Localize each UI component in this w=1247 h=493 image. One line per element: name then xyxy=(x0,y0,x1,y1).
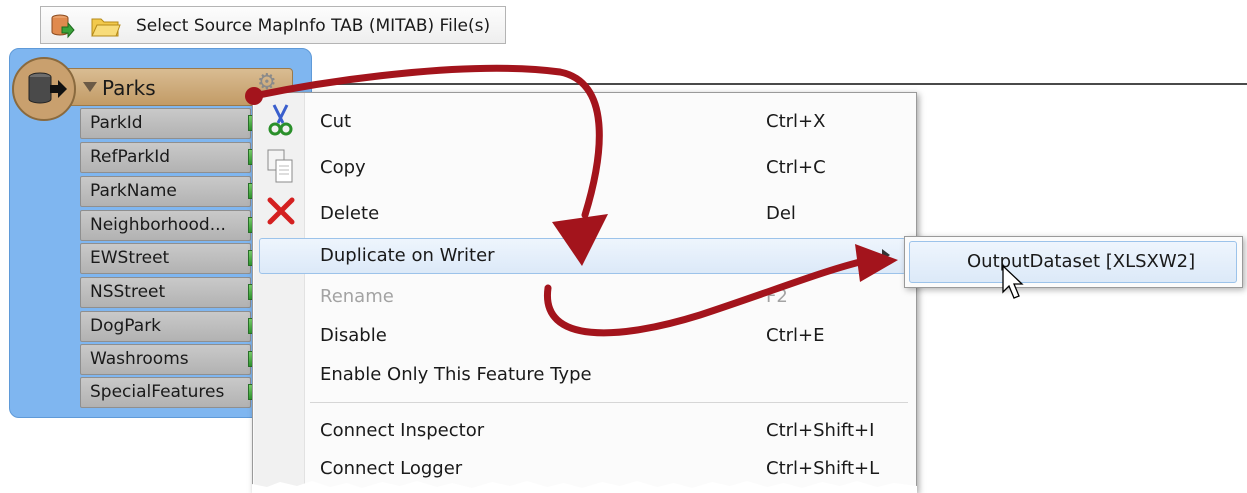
menu-separator xyxy=(310,402,908,403)
delete-x-icon xyxy=(267,197,295,225)
attribute-parkname[interactable]: ParkName xyxy=(80,176,251,207)
attribute-refparkid[interactable]: RefParkId xyxy=(80,142,251,173)
scissors-icon xyxy=(268,104,293,136)
collapse-triangle-icon[interactable] xyxy=(83,82,97,92)
attribute-specialfeatures[interactable]: SpecialFeatures xyxy=(80,377,251,408)
open-folder-icon xyxy=(91,18,121,37)
shortcut-cut: Ctrl+X xyxy=(766,111,826,132)
menu-item-duplicate-on-writer[interactable]: Duplicate on Writer xyxy=(320,245,495,266)
menu-item-disable[interactable]: Disable xyxy=(320,325,387,346)
attribute-washrooms[interactable]: Washrooms xyxy=(80,344,251,375)
menu-item-connect-inspector[interactable]: Connect Inspector xyxy=(320,420,484,441)
toolbar-label: Select Source MapInfo TAB (MITAB) File(s… xyxy=(136,16,491,36)
submenu-arrow-icon xyxy=(882,249,890,261)
menu-item-connect-logger[interactable]: Connect Logger xyxy=(320,458,462,479)
menu-item-cut[interactable]: Cut xyxy=(320,111,351,132)
database-add-icon xyxy=(51,14,75,39)
copy-icon xyxy=(267,149,293,183)
shortcut-connect-inspector: Ctrl+Shift+I xyxy=(766,420,875,441)
select-source-button[interactable]: Select Source MapInfo TAB (MITAB) File(s… xyxy=(40,6,506,44)
shortcut-disable: Ctrl+E xyxy=(766,325,825,346)
submenu-item-output-dataset[interactable]: OutputDataset [XLSXW2] xyxy=(967,251,1195,272)
connection-line xyxy=(310,83,1247,85)
shortcut-rename: F2 xyxy=(766,286,788,307)
menu-item-enable-only[interactable]: Enable Only This Feature Type xyxy=(320,364,592,385)
torn-edge xyxy=(252,481,917,493)
menu-item-copy[interactable]: Copy xyxy=(320,157,366,178)
shortcut-copy: Ctrl+C xyxy=(766,157,826,178)
attribute-dogpark[interactable]: DogPark xyxy=(80,311,251,342)
menu-item-delete[interactable]: Delete xyxy=(320,203,379,224)
attribute-parkid[interactable]: ParkId xyxy=(80,108,251,139)
menu-item-rename[interactable]: Rename xyxy=(320,286,394,307)
reader-database-icon xyxy=(12,57,76,121)
shortcut-connect-logger: Ctrl+Shift+L xyxy=(766,458,880,479)
attribute-nsstreet[interactable]: NSStreet xyxy=(80,277,251,308)
shortcut-delete: Del xyxy=(766,203,796,224)
attribute-ewstreet[interactable]: EWStreet xyxy=(80,243,251,274)
feature-type-title: Parks xyxy=(102,76,156,100)
attribute-neighborhood[interactable]: Neighborhood... xyxy=(80,210,251,241)
